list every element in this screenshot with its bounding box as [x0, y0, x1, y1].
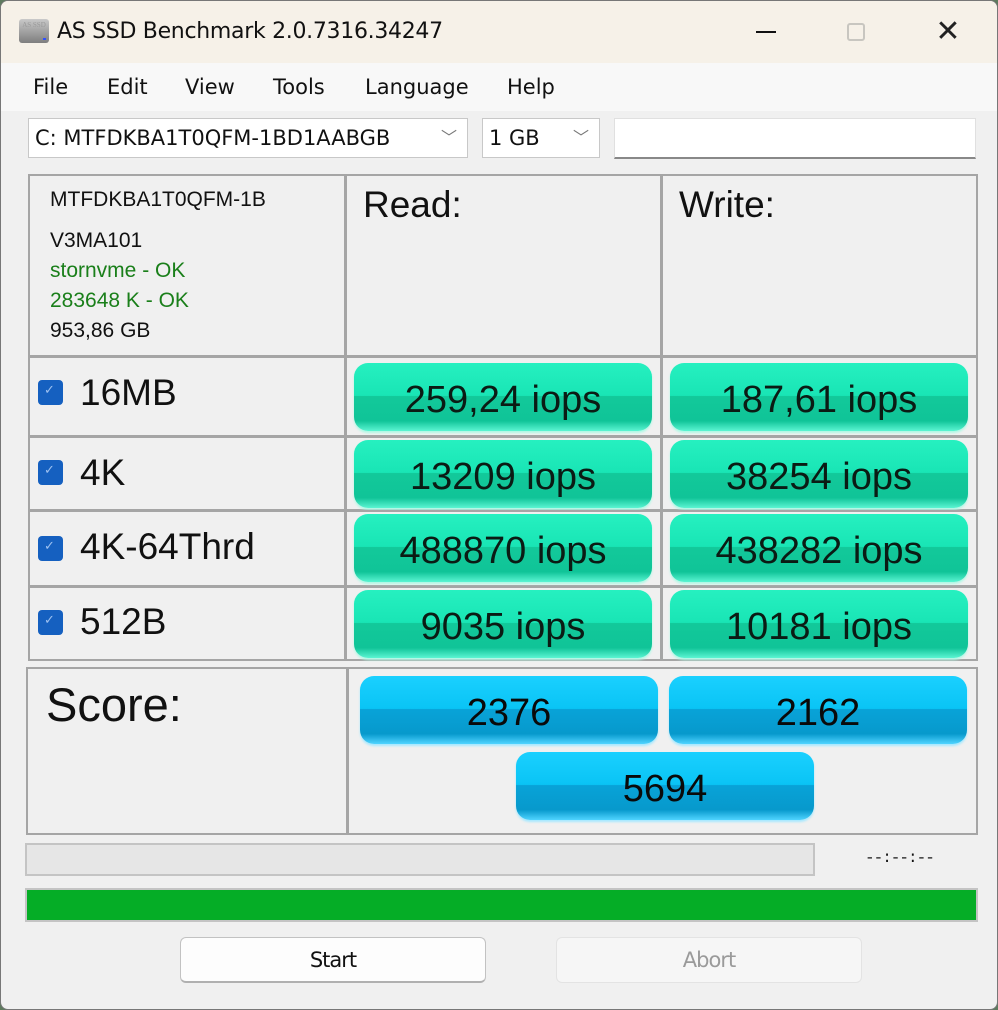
ssd-drive-icon: AS SSD: [19, 19, 49, 43]
total-score: 5694: [516, 752, 814, 820]
test-label: 512B: [80, 601, 167, 642]
test-label: 4K: [80, 452, 126, 493]
read-score: 2376: [360, 676, 658, 744]
test-progress-bar: [25, 843, 815, 876]
test-checkbox-4k[interactable]: [38, 460, 63, 485]
menu-file[interactable]: File: [33, 75, 68, 99]
minimize-icon: [756, 31, 776, 33]
maximize-icon: [847, 23, 865, 41]
menu-bar: File Edit View Tools Language Help: [1, 63, 997, 111]
drive-info-panel: MTFDKBA1T0QFM-1B V3MA101 stornvme - OK 2…: [28, 174, 346, 357]
write-header-cell: Write:: [661, 174, 978, 357]
test-row-label-cell: 4K-64Thrd: [28, 510, 346, 587]
overall-progress-bar: [25, 888, 978, 922]
test-row-label-cell: 16MB: [28, 356, 346, 437]
drive-capacity: 953,86 GB: [50, 319, 151, 342]
size-select[interactable]: 1 GB ﹀: [482, 118, 600, 158]
menu-view[interactable]: View: [185, 75, 235, 99]
menu-edit[interactable]: Edit: [107, 75, 148, 99]
score-label: Score:: [46, 678, 182, 731]
abort-button[interactable]: Abort: [556, 937, 862, 983]
close-button[interactable]: ✕: [913, 1, 983, 63]
test-row-label-cell: 512B: [28, 586, 346, 661]
start-button[interactable]: Start: [180, 937, 486, 983]
write-score: 2162: [669, 676, 967, 744]
menu-help[interactable]: Help: [507, 75, 555, 99]
alignment-status: 283648 K - OK: [50, 289, 189, 312]
minimize-button[interactable]: [731, 1, 801, 63]
write-result: 438282 iops: [670, 514, 968, 582]
drive-select[interactable]: C: MTFDKBA1T0QFM-1BD1AABGB ﹀: [28, 118, 468, 158]
score-label-cell: Score:: [26, 667, 348, 835]
overall-progress-fill: [27, 890, 976, 920]
app-window: AS SSD AS SSD Benchmark 2.0.7316.34247 ✕…: [0, 0, 998, 1010]
chevron-down-icon: ﹀: [572, 128, 589, 147]
read-header: Read:: [363, 184, 462, 225]
size-select-value: 1 GB: [489, 126, 540, 150]
read-result-cell: 488870 iops: [345, 510, 662, 587]
write-header: Write:: [679, 184, 775, 225]
driver-status: stornvme - OK: [50, 259, 186, 282]
chevron-down-icon: ﹀: [440, 128, 457, 147]
test-checkbox-4k-64thrd[interactable]: [38, 536, 63, 561]
read-header-cell: Read:: [345, 174, 662, 357]
text-field[interactable]: [614, 118, 976, 159]
app-icon-text: AS SSD: [22, 21, 46, 29]
read-result: 259,24 iops: [354, 363, 652, 431]
elapsed-time: --:--:--: [865, 849, 935, 867]
test-checkbox-16mb[interactable]: [38, 380, 63, 405]
write-result-cell: 438282 iops: [661, 510, 978, 587]
close-icon: ✕: [935, 14, 961, 49]
read-result: 9035 iops: [354, 590, 652, 658]
drive-firmware: V3MA101: [50, 229, 143, 252]
drive-select-value: C: MTFDKBA1T0QFM-1BD1AABGB: [35, 126, 391, 150]
test-label: 4K-64Thrd: [80, 526, 255, 567]
write-result: 187,61 iops: [670, 363, 968, 431]
read-result-cell: 9035 iops: [345, 586, 662, 661]
drive-model: MTFDKBA1T0QFM-1B: [50, 188, 266, 211]
title-bar: AS SSD AS SSD Benchmark 2.0.7316.34247 ✕: [1, 1, 997, 63]
score-cell: 2376 2162 5694: [347, 667, 978, 835]
read-result: 13209 iops: [354, 440, 652, 508]
read-result-cell: 259,24 iops: [345, 356, 662, 437]
test-row-label-cell: 4K: [28, 436, 346, 511]
menu-language[interactable]: Language: [365, 75, 469, 99]
menu-tools[interactable]: Tools: [273, 75, 325, 99]
maximize-button[interactable]: [821, 1, 891, 63]
write-result: 10181 iops: [670, 590, 968, 658]
write-result-cell: 10181 iops: [661, 586, 978, 661]
test-label: 16MB: [80, 372, 177, 413]
window-title: AS SSD Benchmark 2.0.7316.34247: [57, 19, 443, 44]
write-result-cell: 38254 iops: [661, 436, 978, 511]
read-result: 488870 iops: [354, 514, 652, 582]
write-result: 38254 iops: [670, 440, 968, 508]
test-checkbox-512b[interactable]: [38, 610, 63, 635]
write-result-cell: 187,61 iops: [661, 356, 978, 437]
read-result-cell: 13209 iops: [345, 436, 662, 511]
